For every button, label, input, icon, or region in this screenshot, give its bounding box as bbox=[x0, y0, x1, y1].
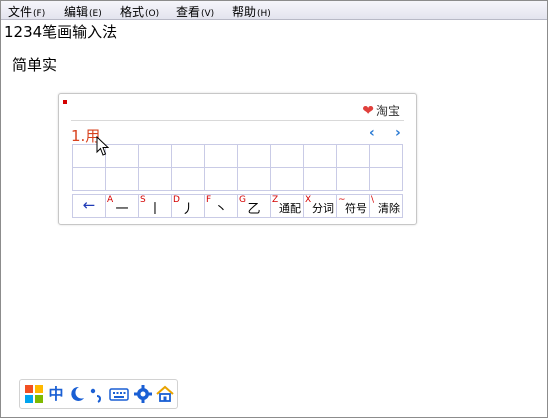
menu-edit[interactable]: 编辑(E) bbox=[64, 3, 102, 20]
key-glyph: 通配 bbox=[279, 202, 301, 215]
menu-edit-label: 编辑 bbox=[64, 5, 89, 19]
menu-view[interactable]: 查看(V) bbox=[176, 3, 214, 20]
key-glyph: 符号 bbox=[345, 202, 367, 215]
divider bbox=[71, 120, 404, 121]
grid-cell bbox=[205, 145, 238, 168]
grid-cell bbox=[205, 168, 238, 191]
windows-logo-icon[interactable] bbox=[24, 384, 44, 404]
menu-help[interactable]: 帮助(H) bbox=[232, 3, 271, 20]
key-glyph: 清除 bbox=[378, 202, 400, 215]
document-line-2[interactable]: 简单实 bbox=[12, 54, 57, 75]
wildcard-key[interactable]: Z 通配 bbox=[271, 195, 304, 217]
moon-icon[interactable] bbox=[67, 384, 87, 404]
key-glyph: 分词 bbox=[312, 202, 334, 215]
grid-cell bbox=[304, 145, 337, 168]
menu-file[interactable]: 文件(F) bbox=[8, 3, 45, 20]
keyboard-icon[interactable] bbox=[109, 384, 129, 404]
drag-handle-icon[interactable] bbox=[63, 100, 67, 104]
stroke-key-heng[interactable]: A一 bbox=[106, 195, 139, 217]
prev-page-icon[interactable]: ‹ bbox=[369, 125, 375, 141]
grid-cell bbox=[337, 168, 370, 191]
split-word-key[interactable]: X 分词 bbox=[304, 195, 337, 217]
menu-format-label: 格式 bbox=[120, 5, 145, 19]
grid-cell bbox=[238, 145, 271, 168]
punctuation-icon[interactable] bbox=[87, 384, 107, 404]
grid-cell bbox=[106, 168, 139, 191]
next-page-icon[interactable]: › bbox=[395, 125, 401, 141]
gear-icon[interactable] bbox=[133, 384, 153, 404]
menu-edit-accel: (E) bbox=[89, 9, 102, 19]
key-glyph: 丶 bbox=[214, 202, 228, 217]
heart-icon: ❤ bbox=[362, 103, 374, 119]
grid-cell bbox=[106, 145, 139, 168]
menu-help-accel: (H) bbox=[257, 9, 271, 19]
menu-format[interactable]: 格式(O) bbox=[120, 3, 159, 20]
stroke-key-pie[interactable]: D丿 bbox=[172, 195, 205, 217]
menu-bar: 文件(F) 编辑(E) 格式(O) 查看(V) 帮助(H) bbox=[1, 1, 547, 20]
key-glyph: 丿 bbox=[181, 202, 195, 217]
key-glyph: 乙 bbox=[247, 202, 261, 217]
menu-file-accel: (F) bbox=[33, 9, 46, 19]
stroke-key-zhe[interactable]: G乙 bbox=[238, 195, 271, 217]
key-glyph: 一 bbox=[115, 202, 129, 217]
grid-cell bbox=[370, 168, 403, 191]
stroke-keys-row: ← A一 S丨 D丿 F丶 G乙 Z 通配 X 分词 ~ 符号 \ 清除 bbox=[72, 194, 403, 218]
chinese-mode-icon[interactable]: 中 bbox=[46, 384, 66, 404]
stroke-input-grid bbox=[72, 144, 403, 191]
ime-status-bar: 中 bbox=[19, 379, 178, 409]
taobao-label: 淘宝 bbox=[375, 104, 400, 118]
grid-cell bbox=[337, 145, 370, 168]
menu-view-accel: (V) bbox=[201, 9, 215, 19]
menu-help-label: 帮助 bbox=[232, 5, 257, 19]
home-icon[interactable] bbox=[155, 384, 175, 404]
grid-cell bbox=[172, 145, 205, 168]
ime-candidate-window: ❤ 淘宝 1.用 ‹ › ← A一 S丨 D丿 F丶 G乙 Z 通配 X 分词 ~ 符号… bbox=[58, 93, 417, 225]
key-glyph: 丨 bbox=[148, 202, 162, 217]
menu-format-accel: (O) bbox=[145, 9, 160, 19]
grid-cell bbox=[271, 168, 304, 191]
backspace-key[interactable]: ← bbox=[73, 195, 106, 217]
grid-cell bbox=[139, 145, 172, 168]
back-arrow-icon: ← bbox=[82, 196, 96, 214]
grid-cell bbox=[271, 145, 304, 168]
stroke-key-shu[interactable]: S丨 bbox=[139, 195, 172, 217]
menu-view-label: 查看 bbox=[176, 5, 201, 19]
menu-file-label: 文件 bbox=[8, 5, 33, 19]
grid-cell bbox=[370, 145, 403, 168]
stroke-key-dian[interactable]: F丶 bbox=[205, 195, 238, 217]
taobao-link[interactable]: ❤ 淘宝 bbox=[362, 102, 400, 119]
clear-key[interactable]: \ 清除 bbox=[370, 195, 403, 217]
grid-cell bbox=[304, 168, 337, 191]
grid-cell bbox=[139, 168, 172, 191]
symbol-key[interactable]: ~ 符号 bbox=[337, 195, 370, 217]
grid-cell bbox=[73, 168, 106, 191]
grid-cell bbox=[238, 168, 271, 191]
mouse-cursor-icon bbox=[96, 136, 110, 156]
grid-cell bbox=[172, 168, 205, 191]
document-line-1[interactable]: 1234笔画输入法 bbox=[4, 21, 117, 42]
